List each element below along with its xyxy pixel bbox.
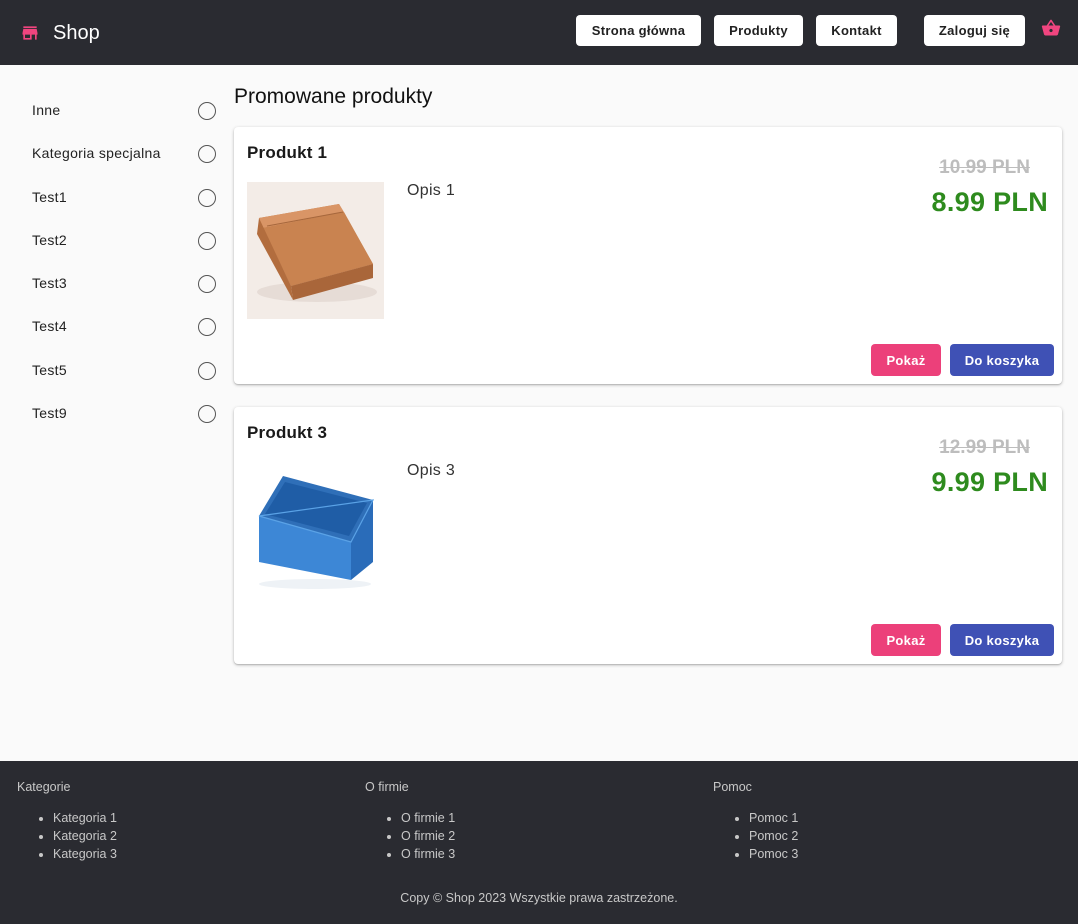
shopping-basket-icon[interactable] <box>1040 18 1062 38</box>
category-radio[interactable] <box>198 102 216 120</box>
footer-column-company: O firmie O firmie 1 O firmie 2 O firmie … <box>365 780 455 863</box>
category-item[interactable]: Inne <box>0 90 232 133</box>
footer: Kategorie Kategoria 1 Kategoria 2 Katego… <box>0 761 1078 924</box>
category-radio[interactable] <box>198 318 216 336</box>
store-icon <box>22 26 38 40</box>
category-label: Test9 <box>32 405 67 421</box>
blue-plastic-box-image <box>247 462 384 599</box>
add-to-cart-button[interactable]: Do koszyka <box>950 624 1054 656</box>
product-image[interactable] <box>247 462 384 599</box>
product-old-price: 10.99 PLN <box>939 157 1030 178</box>
footer-link[interactable]: O firmie 1 <box>401 809 455 827</box>
footer-link[interactable]: O firmie 3 <box>401 845 455 863</box>
footer-column-categories: Kategorie Kategoria 1 Kategoria 2 Katego… <box>17 780 117 863</box>
product-price: 8.99 PLN <box>931 187 1048 217</box>
product-description: Opis 1 <box>407 182 456 199</box>
nav-login-button[interactable]: Zaloguj się <box>924 15 1025 46</box>
brand-name: Shop <box>53 22 100 44</box>
category-radio[interactable] <box>198 145 216 163</box>
product-price: 9.99 PLN <box>931 467 1048 497</box>
category-item[interactable]: Test2 <box>0 220 232 263</box>
page-title: Promowane produkty <box>234 85 433 108</box>
top-toolbar: Shop Strona główna Produkty Kontakt Zalo… <box>0 0 1078 65</box>
footer-column-title: O firmie <box>365 780 409 794</box>
footer-link[interactable]: Kategoria 2 <box>53 827 117 845</box>
product-name: Produkt 3 <box>247 423 328 442</box>
product-card: Produkt 3 Opis 3 12.99 PLN 9.99 PLN Poka… <box>234 407 1062 664</box>
category-item[interactable]: Test9 <box>0 393 232 436</box>
category-label: Test5 <box>32 362 67 378</box>
copyright-text: Copy © Shop 2023 Wszystkie prawa zastrze… <box>400 891 678 905</box>
category-item[interactable]: Test5 <box>0 350 232 393</box>
category-radio[interactable] <box>198 362 216 380</box>
category-radio[interactable] <box>198 405 216 423</box>
category-item[interactable]: Test3 <box>0 263 232 306</box>
category-label: Kategoria specjalna <box>32 145 161 161</box>
category-radio[interactable] <box>198 189 216 207</box>
product-name: Produkt 1 <box>247 143 328 162</box>
footer-link[interactable]: Pomoc 1 <box>749 809 798 827</box>
footer-column-help: Pomoc Pomoc 1 Pomoc 2 Pomoc 3 <box>713 780 798 863</box>
category-item[interactable]: Kategoria specjalna <box>0 133 232 176</box>
nav-products-button[interactable]: Produkty <box>714 15 803 46</box>
footer-link[interactable]: O firmie 2 <box>401 827 455 845</box>
product-image[interactable] <box>247 182 384 319</box>
category-label: Test2 <box>32 232 67 248</box>
category-radio[interactable] <box>198 275 216 293</box>
category-label: Test3 <box>32 275 67 291</box>
footer-column-title: Pomoc <box>713 780 752 794</box>
category-item[interactable]: Test1 <box>0 177 232 220</box>
show-product-button[interactable]: Pokaż <box>871 344 941 376</box>
footer-link[interactable]: Pomoc 3 <box>749 845 798 863</box>
cardboard-box-image <box>247 182 384 319</box>
footer-link[interactable]: Kategoria 3 <box>53 845 117 863</box>
category-label: Test1 <box>32 189 67 205</box>
footer-link[interactable]: Pomoc 2 <box>749 827 798 845</box>
footer-link[interactable]: Kategoria 1 <box>53 809 117 827</box>
add-to-cart-button[interactable]: Do koszyka <box>950 344 1054 376</box>
footer-column-title: Kategorie <box>17 780 71 794</box>
nav-home-button[interactable]: Strona główna <box>576 15 701 46</box>
category-label: Inne <box>32 102 61 118</box>
product-old-price: 12.99 PLN <box>939 437 1030 458</box>
nav-contact-button[interactable]: Kontakt <box>816 15 897 46</box>
product-description: Opis 3 <box>407 462 456 479</box>
category-label: Test4 <box>32 318 67 334</box>
category-item[interactable]: Test4 <box>0 306 232 349</box>
brand[interactable]: Shop <box>20 18 100 48</box>
show-product-button[interactable]: Pokaż <box>871 624 941 656</box>
product-card: Produkt 1 Opis 1 10.99 PLN 8.99 PLN Poka… <box>234 127 1062 384</box>
category-radio[interactable] <box>198 232 216 250</box>
